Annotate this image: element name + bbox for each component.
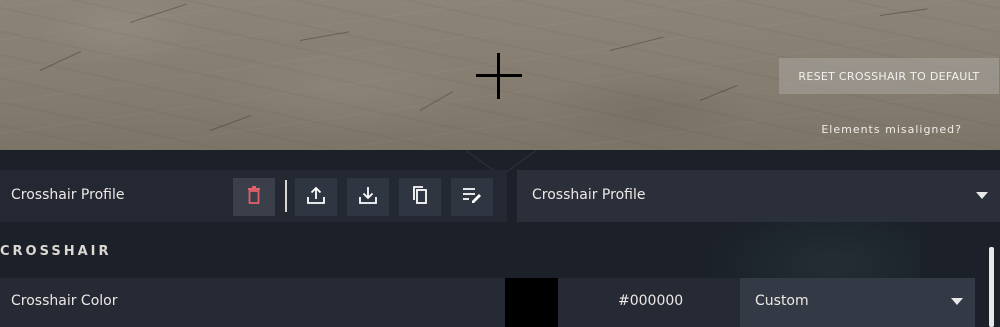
crosshair-profile-selected: Crosshair Profile [532,187,646,203]
crosshair-color-hex-input[interactable]: #000000 [618,293,683,309]
crosshair-profile-dropdown[interactable]: Crosshair Profile [517,170,1000,222]
crosshair-color-swatch[interactable] [505,278,558,327]
export-profile-button[interactable] [295,178,337,216]
crosshair-color-row: Crosshair Color #000000 Custom [0,278,975,327]
section-title-crosshair: CROSSHAIR [0,244,112,259]
trash-icon [246,186,262,208]
import-profile-button[interactable] [347,178,389,216]
crosshair-profile-label: Crosshair Profile [11,187,125,203]
toolbar-divider [285,180,287,212]
reset-crosshair-button[interactable]: RESET CROSSHAIR TO DEFAULT [779,58,999,94]
chevron-down-icon [951,298,963,305]
delete-profile-button[interactable] [233,178,275,216]
crosshair-color-dropdown[interactable]: Custom [740,278,975,327]
download-icon [358,185,378,209]
crosshair-color-label: Crosshair Color [11,293,118,309]
elements-misaligned-link[interactable]: Elements misaligned? [821,123,962,136]
settings-scrollbar[interactable] [989,247,994,327]
crosshair-color-mode: Custom [755,293,809,309]
upload-icon [306,185,326,209]
chevron-down-icon [976,192,988,199]
crosshair-preview: RESET CROSSHAIR TO DEFAULT Elements misa… [0,0,1000,150]
copy-profile-button[interactable] [399,178,441,216]
crosshair-preview-reticle [476,53,522,99]
crosshair-profile-row: Crosshair Profile Crosshair Profile [0,170,1000,222]
edit-list-icon [462,187,482,207]
rename-profile-button[interactable] [451,178,493,216]
copy-icon [411,185,429,209]
